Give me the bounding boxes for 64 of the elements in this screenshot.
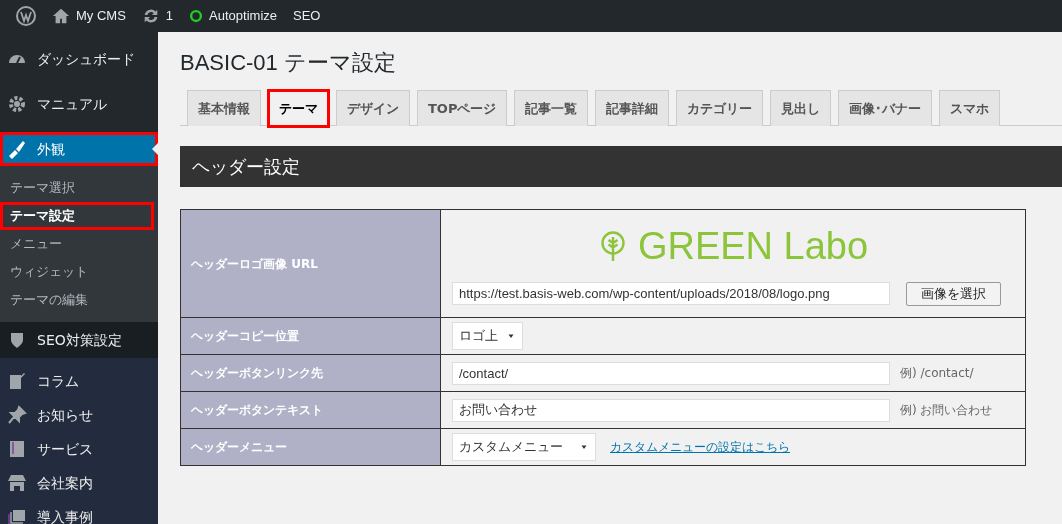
tab[interactable]: デザイン (336, 90, 410, 126)
settings-link[interactable]: カスタムメニューの設定はこちら (610, 438, 790, 456)
tab[interactable]: カテゴリー (676, 90, 764, 126)
sidebar-item[interactable]: マニュアル (0, 87, 158, 121)
menu-label: 外観 (37, 139, 65, 159)
site-name[interactable]: My CMS (76, 6, 126, 26)
text-field[interactable]: /contact/ (452, 361, 890, 385)
menu-label: 会社案内 (37, 473, 93, 493)
section-header: ヘッダー設定 (180, 146, 1062, 187)
tab[interactable]: 画像･バナー (838, 90, 933, 126)
toolbar-link[interactable]: SEO (293, 6, 321, 26)
status-circle-icon (189, 9, 204, 23)
tab[interactable]: 基本情報 (187, 90, 261, 126)
field-label: ヘッダーロゴ画像 URL (180, 209, 441, 318)
submenu-item[interactable]: メニュー (0, 230, 154, 258)
select-image-button[interactable]: 画像を選択 (906, 281, 1001, 306)
field-label: ヘッダーメニュー (180, 428, 441, 466)
home-icon (52, 7, 70, 25)
paintbrush-icon (7, 139, 27, 159)
menu-label: ダッシュボード (37, 49, 135, 69)
book-icon (7, 439, 27, 459)
submenu-item[interactable]: ウィジェット (0, 258, 154, 286)
menu-label: SEO対策設定 (37, 330, 122, 350)
tab[interactable]: 記事一覧 (514, 90, 589, 126)
tab[interactable]: TOPページ (417, 90, 508, 126)
tab[interactable]: テーマ (268, 90, 329, 127)
logo-text: GREEN Labo (637, 226, 869, 265)
text-field[interactable]: お問い合わせ (452, 398, 890, 422)
sidebar-item[interactable]: ダッシュボード (0, 42, 158, 76)
field-label: ヘッダーコピー位置 (180, 317, 441, 355)
sidebar-item[interactable]: お知らせ (0, 398, 158, 432)
pushpin-icon (7, 405, 27, 425)
menu-label: コラム (37, 371, 79, 391)
toolbar-link[interactable]: Autoptimize (209, 6, 277, 26)
images-icon (7, 507, 27, 524)
sidebar-item[interactable]: SEO対策設定 (0, 322, 158, 358)
sidebar-item[interactable]: コラム (0, 364, 158, 398)
menu-label: 導入事例 (37, 507, 93, 524)
tab[interactable]: スマホ (939, 90, 1001, 126)
tab[interactable]: 記事詳細 (595, 90, 670, 126)
example-hint: 例) お問い合わせ (900, 402, 993, 419)
sidebar-item[interactable]: 外観 (0, 132, 158, 166)
sidebar-item[interactable]: 会社案内 (0, 466, 158, 500)
submenu-item[interactable]: テーマの編集 (0, 286, 154, 314)
notepad-icon (7, 371, 27, 391)
sidebar-item[interactable]: サービス (0, 432, 158, 466)
page-title: BASIC-01 テーマ設定 (180, 50, 397, 76)
submenu-item[interactable]: テーマ選択 (0, 174, 154, 202)
submenu-item[interactable]: テーマ設定 (0, 202, 154, 230)
tab[interactable]: 見出し (770, 90, 832, 126)
example-hint: 例) /contact/ (900, 365, 974, 382)
url-field[interactable]: https://test.basis-web.com/wp-content/uploads/2018/08/logo.png (452, 282, 890, 305)
select-field[interactable]: カスタムメニュー (452, 433, 596, 461)
menu-label: お知らせ (37, 405, 93, 425)
gear-icon (7, 94, 27, 114)
wordpress-icon (16, 6, 36, 26)
storefront-icon (7, 473, 27, 493)
field-label: ヘッダーボタンテキスト (180, 391, 441, 429)
menu-label: サービス (37, 439, 93, 459)
menu-label: マニュアル (37, 94, 107, 114)
update-count[interactable]: 1 (165, 6, 174, 26)
select-field[interactable]: ロゴ上 (452, 322, 523, 350)
sidebar-item[interactable]: 導入事例 (0, 500, 158, 524)
field-label: ヘッダーボタンリンク先 (180, 354, 441, 392)
